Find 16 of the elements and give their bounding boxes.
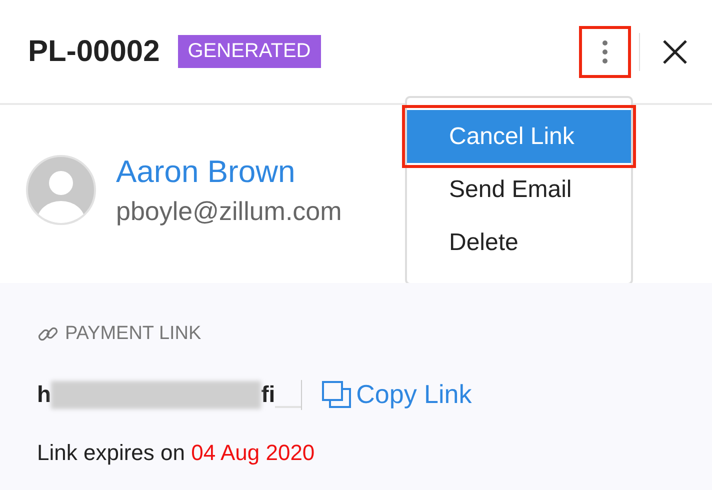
menu-item[interactable]: Cancel Link: [407, 110, 631, 163]
status-badge: GENERATED: [178, 35, 321, 68]
link-url-end: fi: [261, 381, 276, 408]
copy-icon: [322, 380, 352, 408]
record-title: PL-00002: [28, 34, 160, 68]
copy-link[interactable]: Copy Link: [322, 379, 472, 410]
menu-item[interactable]: Send Email: [407, 163, 631, 216]
contact-name-link[interactable]: Aaron Brown: [116, 154, 342, 190]
more-button[interactable]: [579, 26, 631, 78]
expiry-text: Link expires on 04 Aug 2020: [37, 440, 316, 466]
avatar-icon: [26, 155, 96, 225]
link-url-start: h: [37, 381, 52, 408]
more-icon: [602, 40, 608, 64]
menu-item[interactable]: Delete: [407, 216, 631, 269]
contact-email: pboyle@zillum.com: [116, 196, 342, 226]
section-heading: PAYMENT LINK: [65, 323, 202, 345]
